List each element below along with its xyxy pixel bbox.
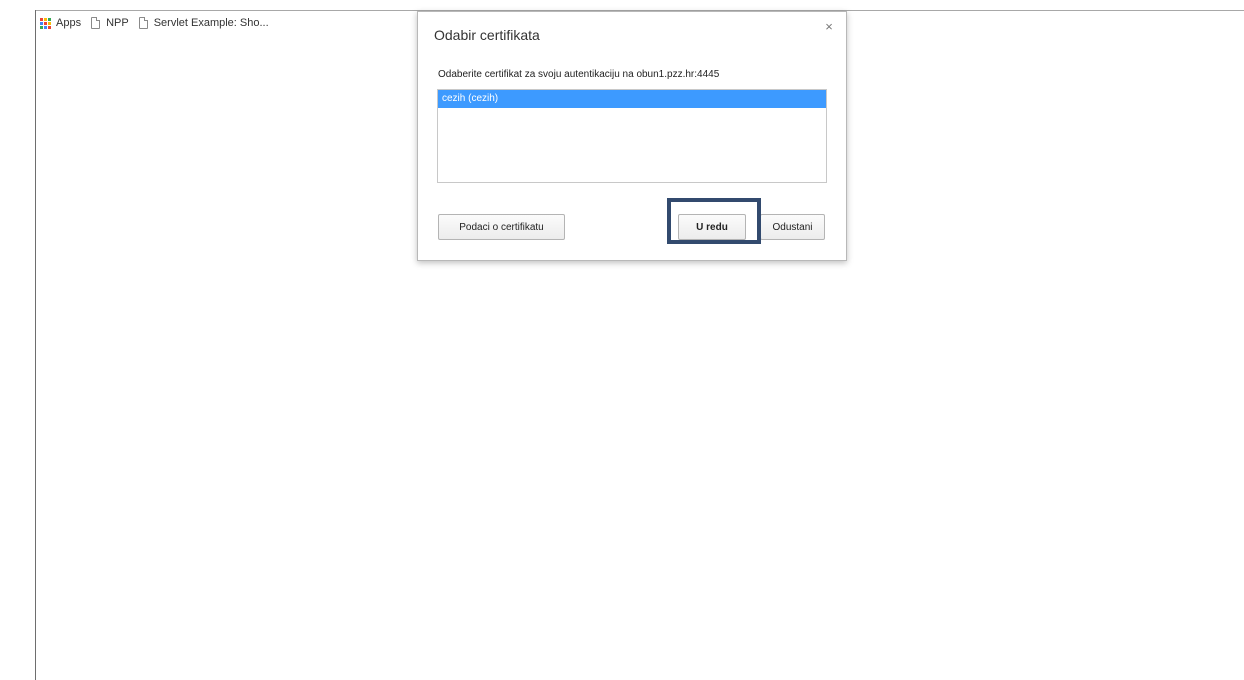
certificate-dialog: Odabir certifikata × Odaberite certifika… — [417, 11, 847, 261]
bookmark-npp[interactable]: NPP — [87, 12, 135, 34]
certificate-details-button[interactable]: Podaci o certifikatu — [438, 214, 565, 240]
page-icon — [138, 17, 148, 29]
page-icon — [91, 17, 101, 29]
certificate-list[interactable]: cezih (cezih) — [437, 89, 827, 183]
window-left-border — [35, 10, 36, 680]
bookmark-label: Servlet Example: Sho... — [153, 17, 269, 29]
apps-grid-icon — [40, 17, 51, 29]
dialog-prompt: Odaberite certifikat za svoju autentikac… — [438, 69, 720, 80]
ok-button[interactable]: U redu — [678, 214, 746, 240]
dialog-title: Odabir certifikata — [434, 27, 540, 43]
certificate-list-item[interactable]: cezih (cezih) — [438, 90, 826, 108]
browser-window: Apps NPP Servlet Example: Sho... Odabir … — [0, 0, 1244, 680]
bookmark-label: NPP — [106, 17, 129, 29]
cancel-button[interactable]: Odustani — [760, 214, 825, 240]
close-icon[interactable]: × — [822, 20, 836, 34]
bookmark-servlet-example[interactable]: Servlet Example: Sho... — [135, 12, 275, 34]
bookmark-label: Apps — [56, 17, 82, 29]
bookmark-apps[interactable]: Apps — [36, 12, 87, 34]
